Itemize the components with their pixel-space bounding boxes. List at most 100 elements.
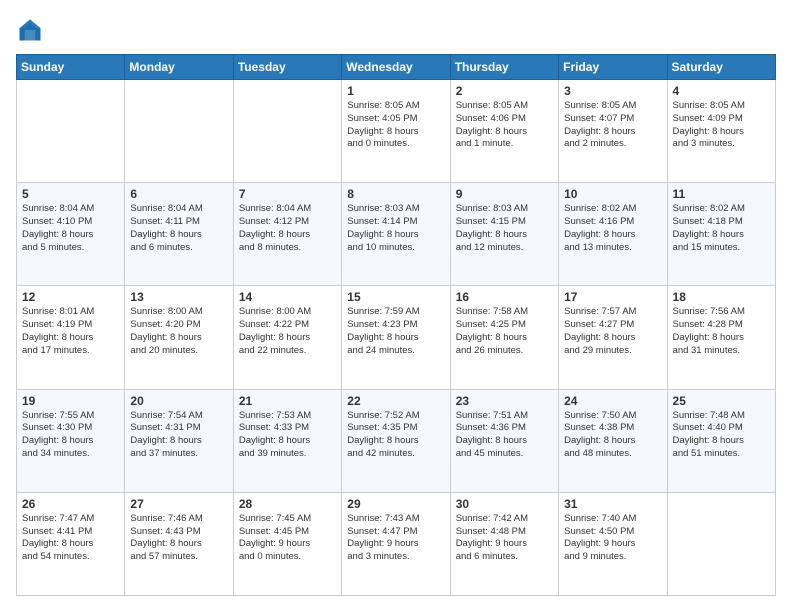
calendar-cell: 15 Sunrise: 7:59 AM Sunset: 4:23 PM Dayli… — [342, 286, 450, 389]
weekday-row: SundayMondayTuesdayWednesdayThursdayFrid… — [17, 55, 776, 80]
day-number: 10 — [564, 187, 661, 201]
calendar-cell: 29Sunrise: 7:43 AM Sunset: 4:47 PM Dayli… — [342, 492, 450, 595]
weekday-header: Saturday — [667, 55, 775, 80]
day-info: Sunrise: 8:00 AM Sunset: 4:22 PM Dayligh… — [239, 306, 336, 357]
calendar-cell: 11 Sunrise: 8:02 AM Sunset: 4:18 PM Dayli… — [667, 183, 775, 286]
day-info: Sunrise: 7:45 AM Sunset: 4:45 PM Dayligh… — [239, 513, 336, 564]
weekday-header: Friday — [559, 55, 667, 80]
day-number: 16 — [456, 290, 553, 304]
day-info: Sunrise: 7:55 AM Sunset: 4:30 PM Dayligh… — [22, 410, 119, 461]
day-number: 3 — [564, 84, 661, 98]
calendar-cell: 31 Sunrise: 7:40 AM Sunset: 4:50 PM Dayli… — [559, 492, 667, 595]
day-number: 8 — [347, 187, 444, 201]
calendar-cell: 30Sunrise: 7:42 AM Sunset: 4:48 PM Dayli… — [450, 492, 558, 595]
weekday-header: Thursday — [450, 55, 558, 80]
day-info: Sunrise: 8:03 AM Sunset: 4:14 PM Dayligh… — [347, 203, 444, 254]
day-info: Sunrise: 8:04 AM Sunset: 4:11 PM Dayligh… — [130, 203, 227, 254]
day-info: Sunrise: 8:05 AM Sunset: 4:07 PM Dayligh… — [564, 100, 661, 151]
day-number: 25 — [673, 394, 770, 408]
day-number: 24 — [564, 394, 661, 408]
calendar-cell: 2Sunrise: 8:05 AM Sunset: 4:06 PM Daylig… — [450, 80, 558, 183]
day-number: 1 — [347, 84, 444, 98]
calendar-cell: 3 Sunrise: 8:05 AM Sunset: 4:07 PM Daylig… — [559, 80, 667, 183]
calendar-week-row: 19 Sunrise: 7:55 AM Sunset: 4:30 PM Dayli… — [17, 389, 776, 492]
calendar-table: SundayMondayTuesdayWednesdayThursdayFrid… — [16, 54, 776, 596]
day-number: 2 — [456, 84, 553, 98]
day-info: Sunrise: 7:52 AM Sunset: 4:35 PM Dayligh… — [347, 410, 444, 461]
calendar-cell — [17, 80, 125, 183]
calendar-cell: 27 Sunrise: 7:46 AM Sunset: 4:43 PM Dayli… — [125, 492, 233, 595]
calendar-cell: 10 Sunrise: 8:02 AM Sunset: 4:16 PM Dayli… — [559, 183, 667, 286]
calendar-cell: 5Sunrise: 8:04 AM Sunset: 4:10 PM Daylig… — [17, 183, 125, 286]
day-number: 19 — [22, 394, 119, 408]
day-number: 12 — [22, 290, 119, 304]
day-number: 22 — [347, 394, 444, 408]
calendar-cell: 23 Sunrise: 7:51 AM Sunset: 4:36 PM Dayli… — [450, 389, 558, 492]
logo — [16, 16, 48, 44]
calendar-cell: 13Sunrise: 8:00 AM Sunset: 4:20 PM Dayli… — [125, 286, 233, 389]
day-info: Sunrise: 7:46 AM Sunset: 4:43 PM Dayligh… — [130, 513, 227, 564]
day-info: Sunrise: 7:48 AM Sunset: 4:40 PM Dayligh… — [673, 410, 770, 461]
day-info: Sunrise: 7:56 AM Sunset: 4:28 PM Dayligh… — [673, 306, 770, 357]
day-number: 15 — [347, 290, 444, 304]
calendar-cell: 7 Sunrise: 8:04 AM Sunset: 4:12 PM Daylig… — [233, 183, 341, 286]
calendar-cell: 25 Sunrise: 7:48 AM Sunset: 4:40 PM Dayli… — [667, 389, 775, 492]
calendar-cell: 16 Sunrise: 7:58 AM Sunset: 4:25 PM Dayli… — [450, 286, 558, 389]
calendar-cell: 20Sunrise: 7:54 AM Sunset: 4:31 PM Dayli… — [125, 389, 233, 492]
calendar-cell: 9Sunrise: 8:03 AM Sunset: 4:15 PM Daylig… — [450, 183, 558, 286]
calendar-cell: 14 Sunrise: 8:00 AM Sunset: 4:22 PM Dayli… — [233, 286, 341, 389]
calendar-header: SundayMondayTuesdayWednesdayThursdayFrid… — [17, 55, 776, 80]
day-info: Sunrise: 7:47 AM Sunset: 4:41 PM Dayligh… — [22, 513, 119, 564]
day-number: 18 — [673, 290, 770, 304]
day-number: 17 — [564, 290, 661, 304]
day-info: Sunrise: 8:04 AM Sunset: 4:12 PM Dayligh… — [239, 203, 336, 254]
calendar-cell: 21 Sunrise: 7:53 AM Sunset: 4:33 PM Dayli… — [233, 389, 341, 492]
calendar-week-row: 12 Sunrise: 8:01 AM Sunset: 4:19 PM Dayli… — [17, 286, 776, 389]
day-info: Sunrise: 7:53 AM Sunset: 4:33 PM Dayligh… — [239, 410, 336, 461]
day-number: 14 — [239, 290, 336, 304]
day-number: 11 — [673, 187, 770, 201]
day-number: 9 — [456, 187, 553, 201]
day-info: Sunrise: 8:02 AM Sunset: 4:18 PM Dayligh… — [673, 203, 770, 254]
weekday-header: Sunday — [17, 55, 125, 80]
calendar-cell — [667, 492, 775, 595]
day-number: 7 — [239, 187, 336, 201]
day-info: Sunrise: 7:40 AM Sunset: 4:50 PM Dayligh… — [564, 513, 661, 564]
calendar-cell: 18 Sunrise: 7:56 AM Sunset: 4:28 PM Dayli… — [667, 286, 775, 389]
day-number: 4 — [673, 84, 770, 98]
day-info: Sunrise: 7:58 AM Sunset: 4:25 PM Dayligh… — [456, 306, 553, 357]
day-number: 29 — [347, 497, 444, 511]
day-info: Sunrise: 8:02 AM Sunset: 4:16 PM Dayligh… — [564, 203, 661, 254]
day-number: 31 — [564, 497, 661, 511]
calendar-cell: 19 Sunrise: 7:55 AM Sunset: 4:30 PM Dayli… — [17, 389, 125, 492]
calendar-cell: 24 Sunrise: 7:50 AM Sunset: 4:38 PM Dayli… — [559, 389, 667, 492]
day-info: Sunrise: 7:42 AM Sunset: 4:48 PM Dayligh… — [456, 513, 553, 564]
logo-icon — [16, 16, 44, 44]
weekday-header: Tuesday — [233, 55, 341, 80]
calendar-cell — [125, 80, 233, 183]
calendar-cell: 1 Sunrise: 8:05 AM Sunset: 4:05 PM Daylig… — [342, 80, 450, 183]
calendar-cell: 26 Sunrise: 7:47 AM Sunset: 4:41 PM Dayli… — [17, 492, 125, 595]
calendar-cell: 28Sunrise: 7:45 AM Sunset: 4:45 PM Dayli… — [233, 492, 341, 595]
day-number: 27 — [130, 497, 227, 511]
calendar-cell: 12 Sunrise: 8:01 AM Sunset: 4:19 PM Dayli… — [17, 286, 125, 389]
calendar-body: 1 Sunrise: 8:05 AM Sunset: 4:05 PM Daylig… — [17, 80, 776, 596]
calendar-week-row: 5Sunrise: 8:04 AM Sunset: 4:10 PM Daylig… — [17, 183, 776, 286]
day-number: 26 — [22, 497, 119, 511]
weekday-header: Wednesday — [342, 55, 450, 80]
day-info: Sunrise: 7:50 AM Sunset: 4:38 PM Dayligh… — [564, 410, 661, 461]
day-info: Sunrise: 7:51 AM Sunset: 4:36 PM Dayligh… — [456, 410, 553, 461]
day-info: Sunrise: 8:05 AM Sunset: 4:05 PM Dayligh… — [347, 100, 444, 151]
day-number: 21 — [239, 394, 336, 408]
day-info: Sunrise: 7:57 AM Sunset: 4:27 PM Dayligh… — [564, 306, 661, 357]
day-info: Sunrise: 7:59 AM Sunset: 4:23 PM Dayligh… — [347, 306, 444, 357]
day-info: Sunrise: 8:00 AM Sunset: 4:20 PM Dayligh… — [130, 306, 227, 357]
calendar-cell: 4Sunrise: 8:05 AM Sunset: 4:09 PM Daylig… — [667, 80, 775, 183]
weekday-header: Monday — [125, 55, 233, 80]
calendar-cell — [233, 80, 341, 183]
calendar-cell: 8 Sunrise: 8:03 AM Sunset: 4:14 PM Daylig… — [342, 183, 450, 286]
day-info: Sunrise: 8:01 AM Sunset: 4:19 PM Dayligh… — [22, 306, 119, 357]
calendar-week-row: 26 Sunrise: 7:47 AM Sunset: 4:41 PM Dayli… — [17, 492, 776, 595]
header — [16, 16, 776, 44]
day-number: 23 — [456, 394, 553, 408]
